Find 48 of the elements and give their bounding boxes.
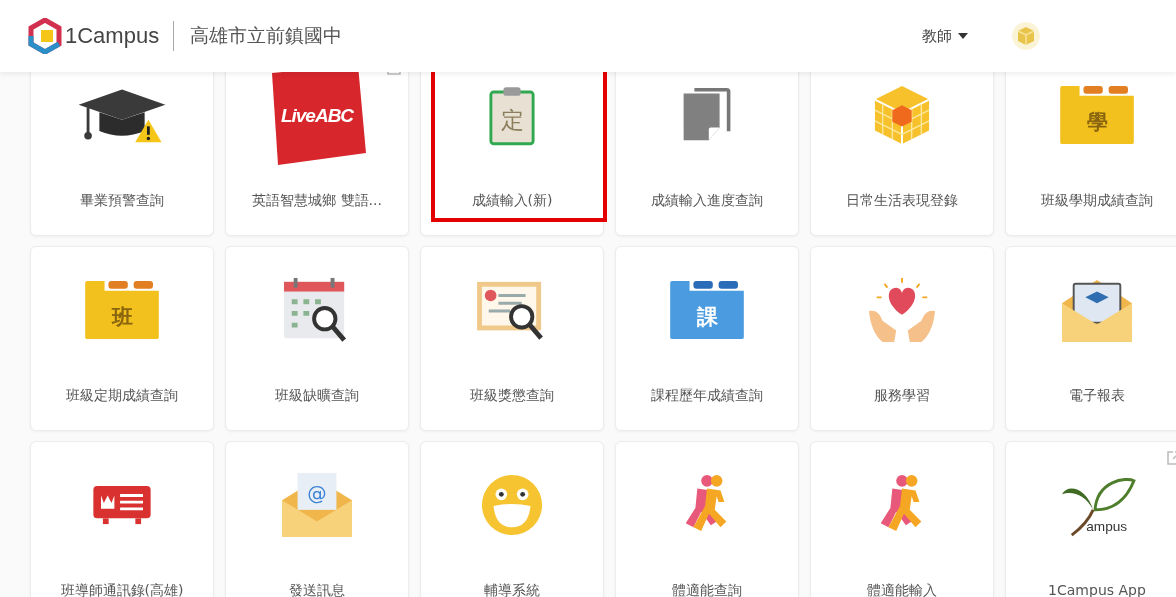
app-label: 成績輸入進度查詢 — [651, 192, 763, 210]
app-label: 發送訊息 — [289, 582, 345, 597]
app-label: 班導師通訊錄(高雄) — [60, 582, 184, 597]
app-tile[interactable]: 班級缺曠查詢 — [225, 246, 409, 431]
avatar-icon[interactable] — [1012, 22, 1040, 50]
folder-icon: 班 — [83, 279, 161, 341]
app-tile[interactable]: 體適能查詢 — [615, 441, 799, 597]
app-label: 班級缺曠查詢 — [275, 387, 359, 405]
app-label: 英語智慧城鄉 雙語... — [252, 192, 382, 210]
app-label: 1Campus App — [1048, 582, 1146, 597]
app-tile[interactable]: 定 成績輸入(新) — [420, 72, 604, 236]
app-tile[interactable]: LiveABC 英語智慧城鄉 雙語... — [225, 72, 409, 236]
role-dropdown[interactable]: 教師 — [922, 26, 968, 46]
app-tile[interactable]: 班級獎懲查詢 — [420, 246, 604, 431]
caret-icon — [958, 33, 968, 39]
app-tile[interactable]: 服務學習 — [810, 246, 994, 431]
folder-icon: 學 — [1058, 84, 1136, 146]
app-label: 課程歷年成績查詢 — [651, 387, 763, 405]
brand-name: 1Campus — [65, 23, 160, 49]
app-label: 成績輸入(新) — [471, 192, 553, 210]
app-label: 電子報表 — [1069, 387, 1125, 405]
card-icon — [91, 484, 153, 526]
app-label: 班級學期成績查詢 — [1041, 192, 1153, 210]
app-tile[interactable]: 輔導系統 — [420, 441, 604, 597]
app-label: 體適能查詢 — [672, 582, 742, 597]
app-tile[interactable]: 體適能輸入 — [810, 441, 994, 597]
app-label: 班級定期成績查詢 — [66, 387, 178, 405]
app-label: 日常生活表現登錄 — [846, 192, 958, 210]
app-tile[interactable]: 學 班級學期成績查詢 — [1005, 72, 1176, 236]
app-tile[interactable]: 日常生活表現登錄 — [810, 72, 994, 236]
app-tile[interactable]: ampus 1Campus App — [1005, 441, 1176, 597]
app-label: 體適能輸入 — [867, 582, 937, 597]
app-label: 班級獎懲查詢 — [470, 387, 554, 405]
app-label: 輔導系統 — [484, 582, 540, 597]
folder-icon: 課 — [668, 279, 746, 341]
app-tile[interactable]: @ 發送訊息 — [225, 441, 409, 597]
app-label: 服務學習 — [874, 387, 930, 405]
app-tile[interactable]: 課 課程歷年成績查詢 — [615, 246, 799, 431]
app-tile[interactable]: 班導師通訊錄(高雄) — [30, 441, 214, 597]
app-tile[interactable]: 班 班級定期成績查詢 — [30, 246, 214, 431]
app-tile[interactable]: 電子報表 — [1005, 246, 1176, 431]
smiley-icon — [480, 473, 544, 537]
app-tile[interactable]: 成績輸入進度查詢 — [615, 72, 799, 236]
app-tile[interactable]: 畢業預警查詢 — [30, 72, 214, 236]
app-label: 畢業預警查詢 — [80, 192, 164, 210]
school-name: 高雄市立前鎮國中 — [190, 23, 343, 48]
cube-icon — [873, 84, 931, 146]
logo-icon — [28, 18, 62, 54]
